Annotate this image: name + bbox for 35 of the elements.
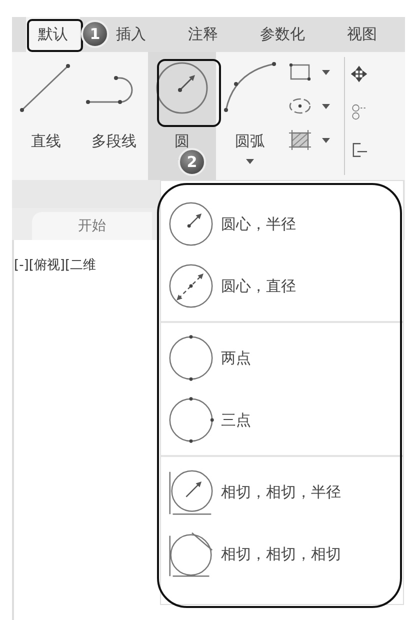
circle-icon bbox=[167, 334, 215, 382]
caret-icon bbox=[322, 70, 330, 74]
caret-icon bbox=[322, 104, 330, 108]
copy-icon[interactable] bbox=[351, 102, 367, 122]
viewport-label[interactable]: [-][俯视][二维 bbox=[14, 258, 96, 273]
draw-tool-button[interactable]: 直线 bbox=[12, 52, 80, 180]
circle-icon bbox=[167, 396, 215, 444]
menu-item[interactable]: 三点 bbox=[161, 389, 403, 451]
circle-icon bbox=[167, 200, 215, 248]
ribbon-tab[interactable]: 参数化 bbox=[254, 17, 311, 52]
menu-item[interactable]: 相切，相切，相切 bbox=[161, 523, 403, 585]
menu-item[interactable]: 圆心，直径 bbox=[161, 255, 403, 317]
menu-item[interactable]: 相切，相切，半径 bbox=[161, 461, 403, 523]
ribbon-tab[interactable]: 插入 bbox=[110, 17, 152, 52]
callout-frame bbox=[157, 59, 221, 127]
menu-item[interactable]: 两点 bbox=[161, 327, 403, 389]
tangent-circle-icon bbox=[167, 530, 215, 578]
rectangle-icon[interactable] bbox=[288, 62, 312, 82]
ribbon-tab[interactable]: 视图 bbox=[341, 17, 383, 52]
tangent-circle-icon bbox=[167, 468, 215, 516]
draw-tool-button[interactable]: 多段线 bbox=[80, 52, 148, 180]
menu-item[interactable]: 圆心，半径 bbox=[161, 193, 403, 255]
arc-icon bbox=[224, 62, 276, 112]
circle-icon bbox=[156, 62, 208, 114]
caret-icon bbox=[322, 138, 330, 142]
circle-icon bbox=[167, 262, 215, 310]
ellipse-icon[interactable] bbox=[288, 96, 312, 116]
draw-tool-button[interactable]: 圆弧 bbox=[216, 52, 284, 180]
stretch-icon[interactable] bbox=[351, 140, 367, 160]
line-icon bbox=[20, 64, 70, 112]
polyline-icon bbox=[86, 76, 133, 104]
move-icon[interactable] bbox=[351, 64, 367, 84]
ribbon-tab[interactable]: 注释 bbox=[182, 17, 224, 52]
hatch-icon[interactable] bbox=[288, 130, 312, 150]
file-tab[interactable]: 开始 bbox=[32, 212, 152, 240]
